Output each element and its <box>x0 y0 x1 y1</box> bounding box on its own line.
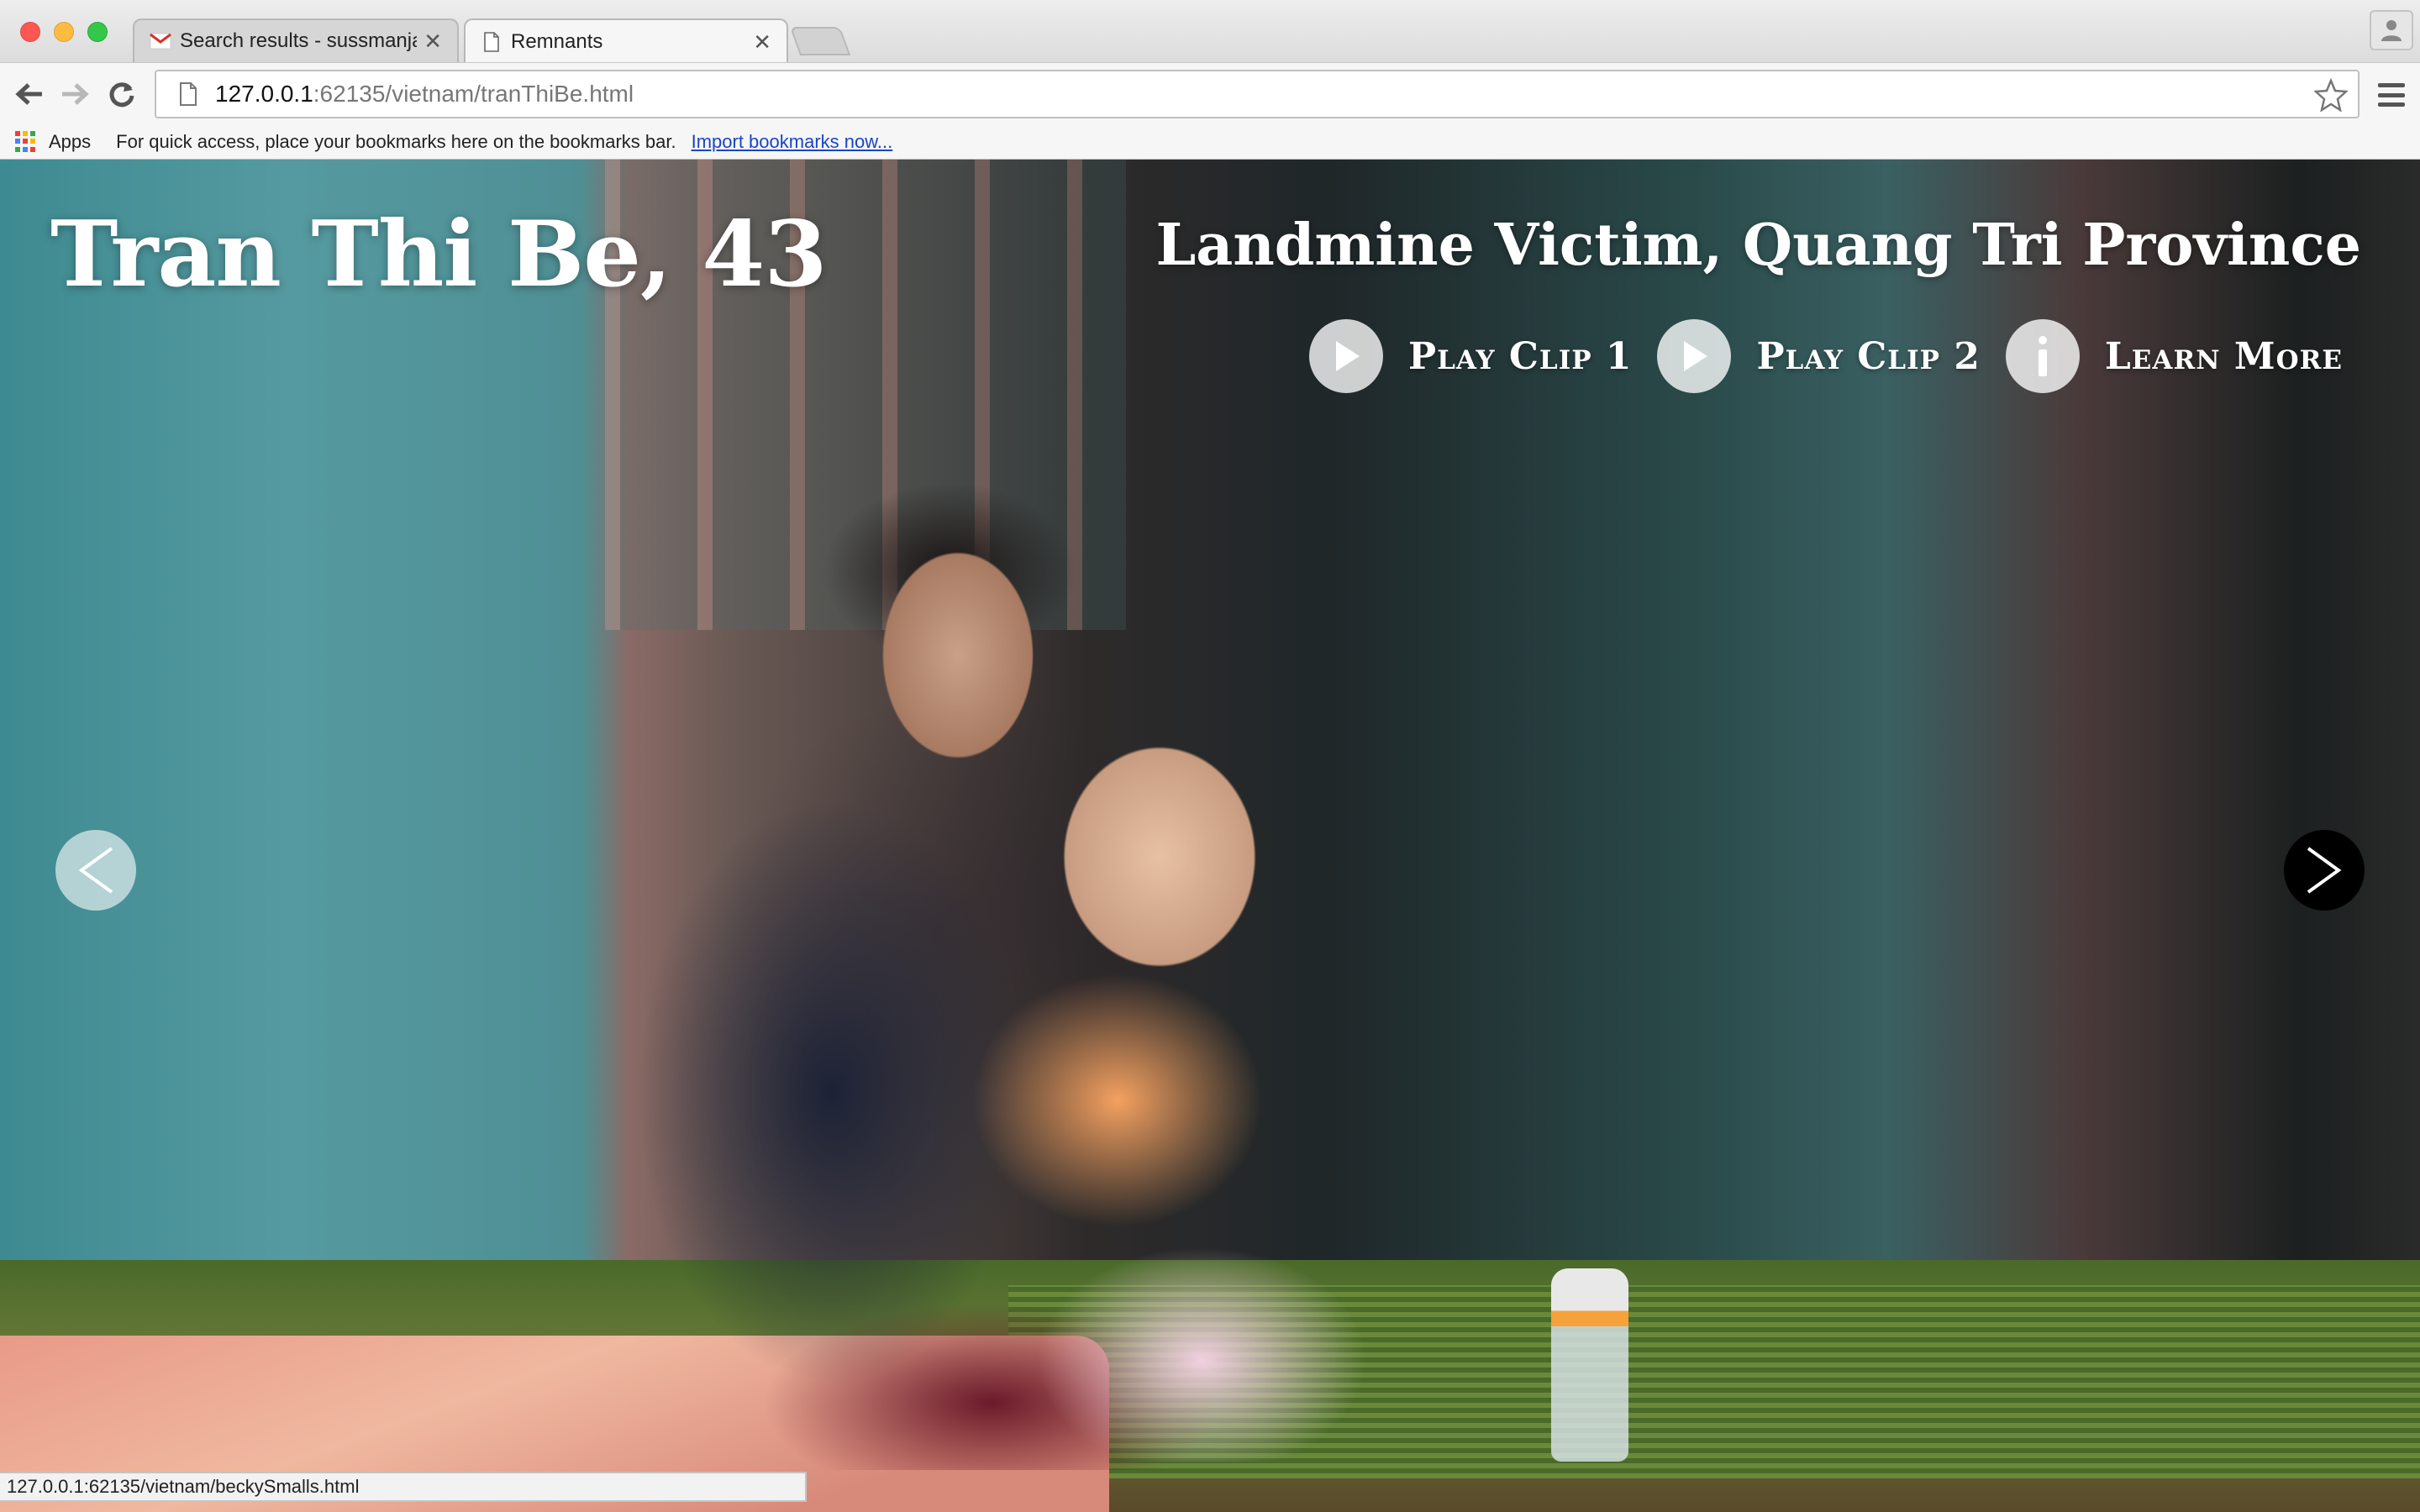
minimize-window-button[interactable] <box>54 22 74 42</box>
address-bar[interactable]: 127.0.0.1:62135/vietnam/tranThiBe.html <box>155 70 2360 118</box>
apps-grid-icon[interactable] <box>15 130 37 153</box>
url-host: 127.0.0.1 <box>215 81 313 107</box>
subject-name-title: Tran Thi Be, 43 <box>50 202 828 307</box>
back-arrow-icon <box>15 83 42 105</box>
tab-strip: Search results - sussmanja ✕ Remnants ✕ <box>0 0 2420 64</box>
page-info-icon[interactable] <box>171 82 205 106</box>
play-clip-2-button[interactable]: Play Clip 2 <box>1657 319 1980 393</box>
photo-bottle <box>1551 1268 1628 1462</box>
back-button[interactable] <box>12 76 47 112</box>
close-window-button[interactable] <box>20 22 40 42</box>
subject-subtitle: Landmine Victim, Quang Tri Province <box>1155 212 2361 279</box>
bookmarks-hint-text: For quick access, place your bookmarks h… <box>116 130 676 152</box>
learn-more-label: Learn More <box>2104 334 2343 378</box>
menu-icon[interactable] <box>2375 80 2408 110</box>
bookmark-star-icon[interactable] <box>2312 77 2349 118</box>
close-tab-icon[interactable]: ✕ <box>753 29 771 55</box>
apps-shortcut[interactable]: Apps <box>49 131 91 153</box>
gmail-icon <box>150 30 171 52</box>
play-clip-2-label: Play Clip 2 <box>1756 334 1981 378</box>
learn-more-button[interactable]: Learn More <box>2005 319 2343 393</box>
page-icon <box>481 31 502 53</box>
chevron-left-icon <box>78 847 113 894</box>
forward-button[interactable] <box>57 76 92 112</box>
profile-button[interactable] <box>2370 10 2413 50</box>
reload-icon <box>109 82 134 108</box>
reload-button[interactable] <box>104 76 139 112</box>
close-tab-icon[interactable]: ✕ <box>424 29 442 55</box>
previous-slide-button[interactable] <box>55 830 136 911</box>
play-clip-1-button[interactable]: Play Clip 1 <box>1309 319 1632 393</box>
import-bookmarks-link[interactable]: Import bookmarks now... <box>692 131 893 153</box>
play-icon <box>1309 319 1384 393</box>
tab-remnants[interactable]: Remnants ✕ <box>464 18 788 64</box>
play-icon <box>1657 319 1732 393</box>
next-slide-button[interactable] <box>2284 830 2365 911</box>
link-status-bar: 127.0.0.1:62135/vietnam/beckySmalls.html <box>0 1472 807 1502</box>
forward-arrow-icon <box>62 83 89 105</box>
tab-gmail[interactable]: Search results - sussmanja ✕ <box>133 18 459 62</box>
tab-title: Remnants <box>511 30 603 53</box>
media-actions: Play Clip 1 Play Clip 2 Learn More <box>1284 319 2343 393</box>
person-icon <box>2381 20 2402 41</box>
zoom-window-button[interactable] <box>87 22 108 42</box>
url-path: :62135/vietnam/tranThiBe.html <box>313 81 634 107</box>
browser-toolbar: 127.0.0.1:62135/vietnam/tranThiBe.html <box>0 62 2420 124</box>
photo-baby <box>849 664 1437 1462</box>
new-tab-button[interactable] <box>789 27 851 55</box>
bookmarks-bar: Apps For quick access, place your bookma… <box>0 124 2420 160</box>
play-clip-1-label: Play Clip 1 <box>1408 334 1633 378</box>
info-icon <box>2005 319 2080 393</box>
page-viewport: Tran Thi Be, 43 Landmine Victim, Quang T… <box>0 160 2420 1512</box>
chevron-right-icon <box>2307 847 2342 894</box>
tab-title: Search results - sussmanja <box>180 29 418 52</box>
